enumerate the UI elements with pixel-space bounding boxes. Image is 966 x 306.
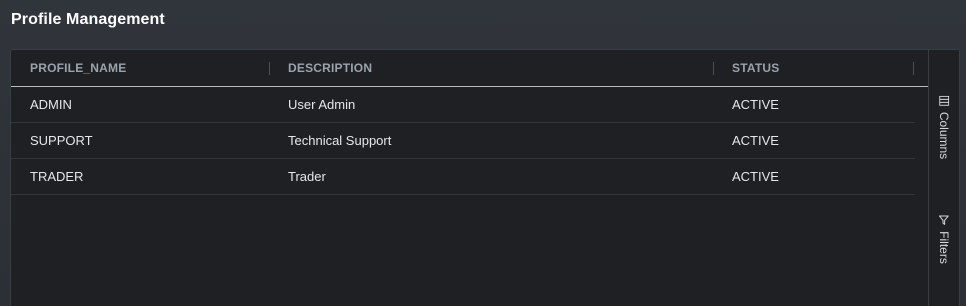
table-row[interactable]: SUPPORT Technical Support ACTIVE [11,123,915,159]
table-row[interactable]: ADMIN User Admin ACTIVE [11,87,915,123]
column-resize-handle[interactable] [713,62,714,75]
columns-icon [939,95,950,108]
column-header-status[interactable]: STATUS [732,50,779,86]
cell-status: ACTIVE [732,169,779,184]
side-tool-panel: Columns Filters [928,50,959,306]
profile-grid: PROFILE_NAME DESCRIPTION STATUS ADMIN Us… [10,49,960,306]
table-row[interactable]: TRADER Trader ACTIVE [11,159,915,195]
column-resize-handle[interactable] [269,62,270,75]
filter-icon [939,215,949,227]
page-title: Profile Management [11,11,165,28]
cell-description: User Admin [288,97,356,112]
column-resize-handle[interactable] [913,62,914,75]
cell-profile-name: SUPPORT [30,133,93,148]
page: Profile Management PROFILE_NAME DESCRIPT… [0,0,966,306]
cell-profile-name: TRADER [30,169,84,184]
column-header-profile-name[interactable]: PROFILE_NAME [30,50,126,86]
cell-description: Trader [288,169,326,184]
grid-body: PROFILE_NAME DESCRIPTION STATUS ADMIN Us… [11,50,929,306]
cell-status: ACTIVE [732,97,779,112]
cell-profile-name: ADMIN [30,97,72,112]
columns-tool-tab[interactable]: Columns [929,88,959,168]
filters-tool-tab[interactable]: Filters [929,205,959,275]
filters-tab-label: Filters [937,231,952,264]
column-header-description[interactable]: DESCRIPTION [288,50,372,86]
cell-description: Technical Support [288,133,392,148]
cell-status: ACTIVE [732,133,779,148]
columns-tab-label: Columns [937,111,952,160]
grid-header-row: PROFILE_NAME DESCRIPTION STATUS [11,50,929,87]
